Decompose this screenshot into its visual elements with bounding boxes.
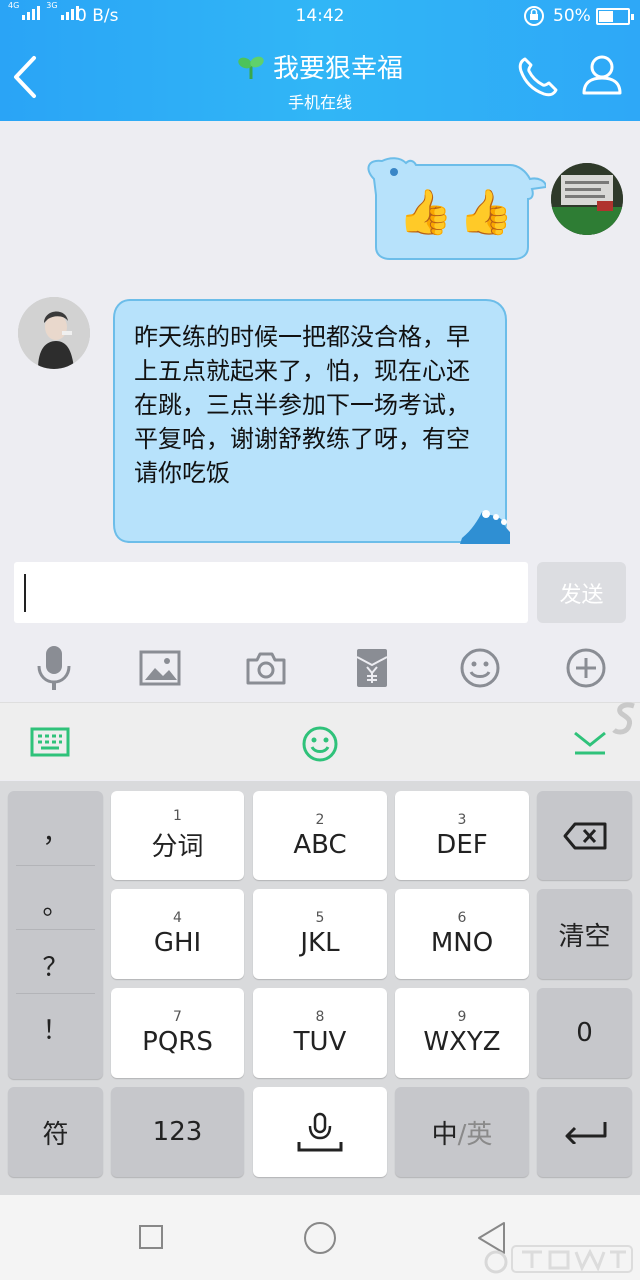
- microphone-icon[interactable]: [24, 636, 84, 700]
- lang-cn-label: 中: [431, 1119, 458, 1150]
- outgoing-message: 👍👍: [398, 187, 520, 238]
- camera-icon[interactable]: [236, 636, 296, 700]
- key-label: WXYZ: [423, 1027, 501, 1057]
- key-label: DEF: [436, 829, 488, 860]
- composer-toolbar: [0, 636, 640, 700]
- chat-header: 4G 3G 0 B/s 14:42 50% 我要狠幸福 手机在线: [0, 0, 640, 121]
- key-5[interactable]: 5 JKL: [253, 889, 387, 979]
- clear-key[interactable]: 清空: [537, 889, 632, 979]
- key-8[interactable]: 8 TUV: [253, 988, 387, 1078]
- image-icon[interactable]: [130, 636, 190, 700]
- emoji-icon[interactable]: [450, 636, 510, 700]
- key-2[interactable]: 2 ABC: [253, 791, 387, 880]
- rotation-lock-icon: [524, 6, 544, 26]
- key-label: ABC: [293, 829, 347, 860]
- watermark-logo: [484, 1245, 633, 1274]
- keyboard-icon[interactable]: [30, 727, 70, 759]
- punct-key[interactable]: ？: [8, 933, 103, 997]
- key-label: JKL: [300, 928, 340, 958]
- microphone-icon: [297, 1112, 343, 1152]
- key-7[interactable]: 7 PQRS: [111, 988, 244, 1078]
- contact-name: 我要狠幸福: [272, 54, 403, 84]
- key-label: GHI: [153, 928, 202, 958]
- recent-apps-icon[interactable]: [138, 1224, 164, 1250]
- key-label: 分词: [151, 832, 204, 862]
- send-button[interactable]: 发送: [537, 562, 626, 623]
- contact-avatar[interactable]: [18, 297, 90, 369]
- key-number: 9: [457, 1009, 467, 1025]
- incoming-message: 昨天练的时候一把都没合格，早上五点就起来了，怕，现在心还在跳，三点半参加下一场考…: [134, 323, 470, 487]
- key-label: MNO: [430, 928, 494, 958]
- status-bar: 4G 3G 0 B/s 14:42 50%: [0, 0, 640, 34]
- key-number: 3: [457, 811, 467, 828]
- key-6[interactable]: 6 MNO: [395, 889, 529, 979]
- collapse-icon[interactable]: [572, 729, 608, 757]
- key-label: 清空: [558, 921, 611, 952]
- battery-icon: [596, 8, 634, 25]
- key-label: TUV: [293, 1027, 347, 1057]
- keyboard: ， 。 ？ ！ 1 分词 2 ABC 3 DEF 4 GHI 5 JKL 6 M…: [0, 781, 640, 1195]
- sprout-icon: [238, 56, 264, 79]
- person-icon[interactable]: [580, 52, 624, 96]
- watermark-fragment: [612, 702, 635, 735]
- plus-icon[interactable]: [556, 636, 616, 700]
- red-packet-icon[interactable]: [342, 636, 402, 700]
- backspace-icon: [563, 822, 606, 849]
- key-1[interactable]: 1 分词: [111, 791, 244, 880]
- enter-icon: [565, 1122, 606, 1144]
- message-input[interactable]: [14, 562, 528, 623]
- key-number: 8: [315, 1009, 325, 1025]
- phone-icon[interactable]: [514, 54, 560, 100]
- my-avatar[interactable]: [551, 163, 623, 235]
- enter-key[interactable]: [537, 1087, 632, 1177]
- key-label: 0: [576, 1018, 593, 1048]
- home-icon[interactable]: [303, 1221, 337, 1255]
- text-caret: [24, 574, 26, 612]
- keyboard-toolbar: [0, 702, 640, 780]
- symbol-key[interactable]: 符: [8, 1087, 103, 1177]
- key-label: PQRS: [142, 1027, 213, 1057]
- keyboard-emoji-icon[interactable]: [301, 725, 339, 763]
- backspace-key[interactable]: [537, 791, 632, 880]
- key-number: 1: [173, 808, 182, 824]
- key-label: 符: [42, 1119, 69, 1150]
- punct-key[interactable]: ！: [8, 996, 103, 1060]
- lang-en-label: 英: [466, 1119, 493, 1150]
- battery-percent: 50%: [553, 6, 591, 26]
- key-4[interactable]: 4 GHI: [111, 889, 244, 979]
- punct-key[interactable]: 。: [8, 871, 103, 935]
- punct-key[interactable]: ，: [8, 799, 103, 863]
- key-3[interactable]: 3 DEF: [395, 791, 529, 880]
- key-label: 123: [152, 1117, 203, 1147]
- voice-space-key[interactable]: [253, 1087, 387, 1177]
- key-number: 2: [315, 811, 325, 828]
- number-mode-key[interactable]: 123: [111, 1087, 244, 1177]
- key-number: 7: [173, 1009, 182, 1025]
- zero-key[interactable]: 0: [537, 988, 632, 1078]
- punctuation-column: ， 。 ？ ！: [8, 791, 103, 1079]
- key-number: 5: [315, 910, 325, 926]
- key-number: 6: [457, 910, 467, 926]
- incoming-bubble[interactable]: 昨天练的时候一把都没合格，早上五点就起来了，怕，现在心还在跳，三点半参加下一场考…: [110, 298, 510, 546]
- language-toggle-key[interactable]: 中/英: [395, 1087, 529, 1177]
- key-9[interactable]: 9 WXYZ: [395, 988, 529, 1078]
- key-number: 4: [173, 910, 182, 926]
